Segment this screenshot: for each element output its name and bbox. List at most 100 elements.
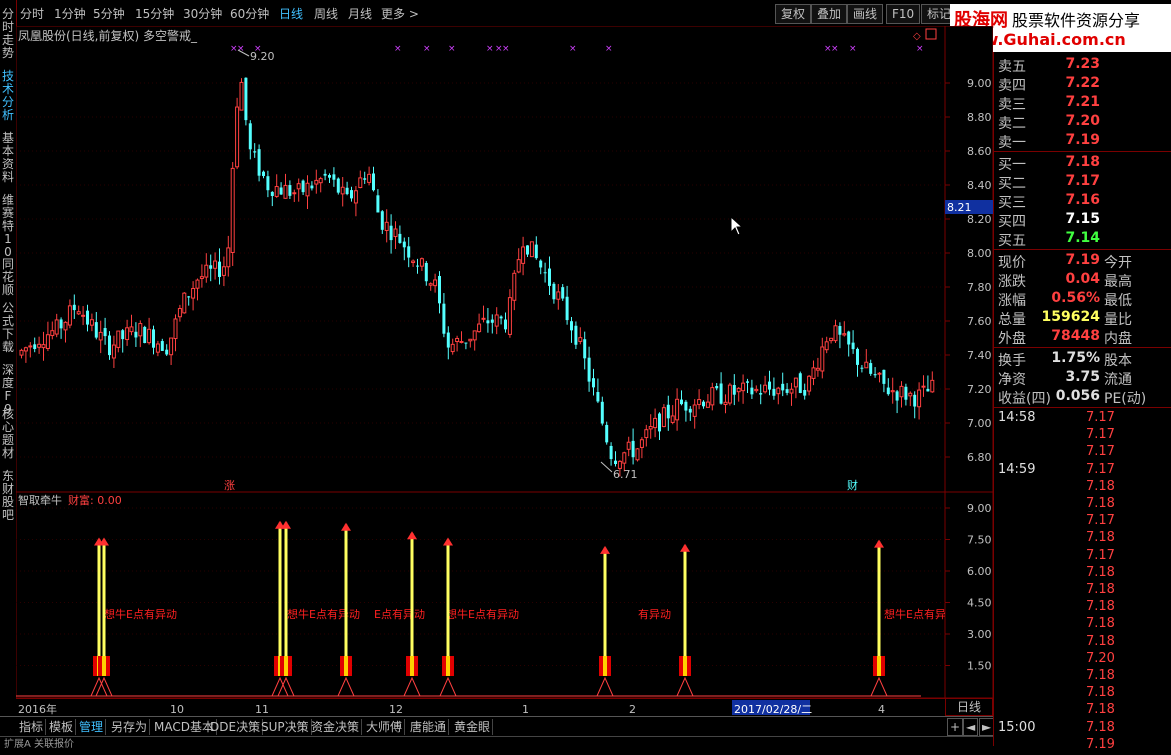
candle-body-down	[86, 310, 89, 325]
buy-level-price: 7.16	[1065, 192, 1100, 208]
candle-body-up	[98, 331, 103, 341]
signal-x-icon: ×	[605, 44, 613, 54]
quote-stat-label: 涨幅	[998, 293, 1026, 309]
side-tab-fenshi[interactable]: 分时走势	[1, 8, 15, 60]
candle-body-down	[732, 385, 736, 395]
candle-body-down	[438, 275, 441, 304]
indicator-overlay-text: 有异动	[638, 607, 671, 621]
candle-body-up	[842, 333, 847, 336]
bottom-tab-template[interactable]: 模板	[47, 719, 77, 735]
sell-level-row[interactable]: 卖三 7.21	[994, 94, 1171, 113]
quote-stat-row[interactable]: 外盘 78448 内盘	[994, 328, 1171, 347]
sell-level-label: 卖二	[998, 116, 1026, 132]
candle-body-down	[288, 185, 292, 196]
bottom-tab-master[interactable]: 大师傅	[364, 719, 406, 735]
tick-row: 7.17	[994, 427, 1171, 445]
adjust-button[interactable]: 复权	[775, 4, 812, 24]
period-tab-1min[interactable]: 1分钟	[54, 5, 86, 22]
period-tab-5min[interactable]: 5分钟	[93, 5, 125, 22]
candle-body-down	[152, 329, 155, 348]
tick-row: 7.18	[994, 634, 1171, 652]
tick-price: 7.18	[1086, 496, 1115, 511]
sell-level-row[interactable]: 卖二 7.20	[994, 113, 1171, 132]
bottom-tab-indicator[interactable]: 指标	[17, 719, 47, 735]
signal-x-icon: ×	[486, 44, 494, 54]
candle-body-up	[653, 417, 658, 429]
side-tab-weisaite[interactable]: 维赛特10	[1, 194, 15, 259]
candle-body-down	[103, 328, 107, 337]
fundamental-row[interactable]: 换手 1.75% 股本	[994, 350, 1171, 369]
bottom-tab-fund[interactable]: 资金决策	[309, 719, 363, 735]
period-tab-15min[interactable]: 15分钟	[135, 5, 174, 22]
period-tab-30min[interactable]: 30分钟	[183, 5, 222, 22]
period-tab-weekly[interactable]: 周线	[314, 5, 338, 22]
f10-button[interactable]: F10	[886, 4, 921, 24]
zoom-in-button[interactable]: +	[947, 718, 964, 736]
indicator-chart[interactable]: 想牛E点有异动 想牛E点有异动 E点有异动 想牛E点有异动 有异动 想牛E点有异 智取牵牛…	[16, 492, 945, 698]
sell-level-row[interactable]: 卖五 7.23	[994, 56, 1171, 75]
tick-price: 7.18	[1086, 582, 1115, 597]
buy-level-row[interactable]: 买一 7.18	[994, 154, 1171, 173]
buy-level-row[interactable]: 买四 7.15	[994, 211, 1171, 230]
side-tab-formula[interactable]: 公式下载	[1, 302, 15, 354]
high-label: 9.20	[250, 50, 275, 63]
signal-block-core	[683, 656, 687, 676]
candle-body-down	[539, 260, 543, 268]
candle-body-down	[781, 383, 785, 391]
candle-body-up	[353, 190, 358, 204]
candle-body-up	[864, 361, 869, 369]
quote-stat-row[interactable]: 总量 159624 量比	[994, 309, 1171, 328]
buy-level-row[interactable]: 买五 7.14	[994, 230, 1171, 249]
period-tab-more[interactable]: 更多 >	[381, 5, 419, 22]
bottom-tab-golden-eye[interactable]: 黄金眼	[452, 719, 494, 735]
tick-price: 7.18	[1086, 702, 1115, 718]
quote-stat-row[interactable]: 现价 7.19 今开	[994, 252, 1171, 271]
period-tab-monthly[interactable]: 月线	[348, 5, 372, 22]
bottom-tab-sup[interactable]: SUP决策	[259, 719, 312, 735]
candle-body-up	[274, 186, 279, 197]
candle-body-up	[917, 389, 922, 408]
side-tab-tonghuashun[interactable]: 同花顺	[1, 258, 15, 297]
bottom-tab-manage[interactable]: 管理	[77, 719, 107, 735]
scroll-left-button[interactable]: ◄	[963, 718, 979, 736]
bottom-tab-tangnengtong[interactable]: 唐能通	[408, 719, 450, 735]
candle-body-up	[195, 279, 200, 289]
sell-level-label: 卖五	[998, 59, 1026, 75]
candle-body-down	[543, 272, 547, 274]
draw-line-button[interactable]: 画线	[847, 4, 884, 24]
overlay-button[interactable]: 叠加	[811, 4, 848, 24]
candle-body-down	[895, 391, 899, 401]
sell-level-row[interactable]: 卖一 7.19	[994, 132, 1171, 151]
tick-row: 7.18	[994, 668, 1171, 686]
quote-stat-row[interactable]: 涨跌 0.04 最高	[994, 271, 1171, 290]
quote-stat-label: 外盘	[998, 331, 1026, 347]
quote-stat-row[interactable]: 涨幅 0.56% 最低	[994, 290, 1171, 309]
bottom-tab-saveas[interactable]: 另存为	[109, 719, 151, 735]
candle-body-up	[736, 387, 741, 393]
bottom-tab-dde[interactable]: DDE决策	[208, 719, 264, 735]
candle-body-up	[921, 385, 926, 388]
fundamental-row[interactable]: 净资 3.75 流通	[994, 369, 1171, 388]
side-tab-basic[interactable]: 基本资料	[1, 132, 15, 184]
tick-price: 7.17	[1086, 547, 1115, 563]
price-tick-label: 9.00	[967, 77, 992, 90]
date-label-11: 11	[255, 703, 269, 716]
candle-body-up	[89, 319, 94, 326]
period-tab-daily[interactable]: 日线	[279, 5, 303, 22]
candle-body-up	[578, 337, 583, 342]
fundamental-row[interactable]: 收益(四) 0.056 PE(动)	[994, 388, 1171, 407]
buy-level-row[interactable]: 买二 7.17	[994, 173, 1171, 192]
period-tab-fenshi[interactable]: 分时	[20, 5, 44, 22]
candle-body-up	[173, 318, 178, 340]
side-tab-guba[interactable]: 东财股吧	[1, 470, 15, 522]
buy-level-row[interactable]: 买三 7.16	[994, 192, 1171, 211]
candle-body-up	[829, 337, 834, 342]
candle-body-down	[121, 330, 125, 340]
sell-level-row[interactable]: 卖四 7.22	[994, 75, 1171, 94]
scroll-right-button[interactable]: ►	[979, 718, 995, 736]
tick-price: 7.20	[1086, 650, 1115, 666]
kline-chart[interactable]: × × × × × × × × × × × × × × × 凤凰股份(日线,前复权) 多空警戒_ 9.20 …	[16, 26, 945, 492]
period-tab-60min[interactable]: 60分钟	[230, 5, 269, 22]
side-tab-topic[interactable]: 核心题材	[1, 408, 15, 460]
side-tab-technical[interactable]: 技术分析	[1, 70, 15, 122]
